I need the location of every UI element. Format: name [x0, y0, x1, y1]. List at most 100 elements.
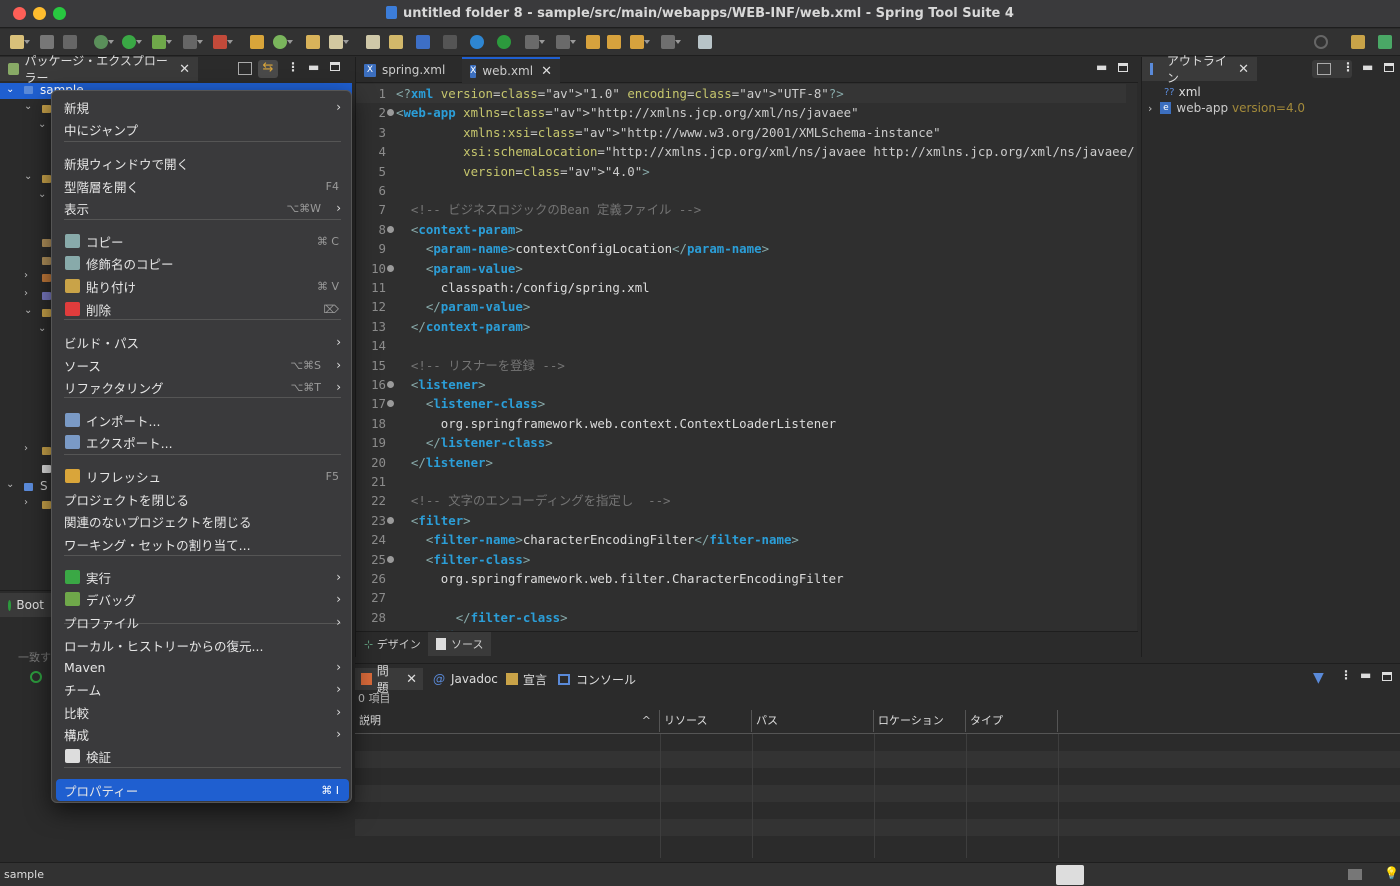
save-icon[interactable]	[40, 35, 54, 49]
back-icon[interactable]	[630, 35, 650, 49]
open-perspective-icon[interactable]	[698, 35, 712, 49]
code-line[interactable]: 5 version=class="av">"4.0">	[356, 162, 1126, 181]
chevron-right-icon[interactable]: ›	[24, 270, 28, 281]
code-line[interactable]: 13 </context-param>	[356, 317, 1126, 336]
menu-item[interactable]: ワーキング・セットの割り当て...	[56, 533, 349, 555]
task-icon[interactable]	[389, 35, 403, 49]
menu-item[interactable]: チーム ›	[56, 678, 349, 700]
prev-annotation-icon[interactable]	[586, 35, 600, 49]
maximize-icon[interactable]	[1384, 63, 1394, 72]
code-line[interactable]: 25 <filter-class>	[356, 550, 1126, 569]
code-line[interactable]: 1 <?xml version=class="av">"1.0" encoding…	[356, 84, 1126, 103]
menu-item[interactable]: プロパティー ⌘ I	[56, 779, 349, 801]
menu-item[interactable]: ビルド・パス ›	[56, 331, 349, 353]
boot-run-icon[interactable]	[497, 35, 511, 49]
column-header-resource[interactable]: リソース	[660, 710, 752, 732]
forward-icon[interactable]	[661, 35, 681, 49]
refresh-icon[interactable]	[273, 35, 293, 49]
code-editor[interactable]: 1 <?xml version=class="av">"1.0" encoding…	[356, 83, 1138, 631]
menu-item[interactable]: 実行 ›	[56, 566, 349, 588]
menu-item[interactable]: 修飾名のコピー	[56, 252, 349, 274]
menu-item[interactable]: 比較 ›	[56, 701, 349, 723]
chevron-down-icon[interactable]: ⌄	[24, 305, 32, 316]
close-icon[interactable]: ✕	[406, 672, 417, 687]
new-project-icon[interactable]	[250, 35, 264, 49]
menu-item[interactable]: エクスポート...	[56, 431, 349, 453]
maximize-icon[interactable]	[1118, 63, 1128, 72]
tab-boot-dashboard[interactable]: Boot	[0, 593, 52, 617]
fold-icon[interactable]	[387, 381, 394, 388]
menu-item[interactable]: プロファイル ›	[56, 611, 349, 633]
collapse-all-icon[interactable]	[1317, 63, 1331, 75]
pen-icon[interactable]	[329, 35, 349, 49]
menu-item[interactable]: 中にジャンプ	[56, 118, 349, 140]
column-header-path[interactable]: パス	[752, 710, 874, 732]
column-header-location[interactable]: ロケーション	[874, 710, 966, 732]
tab-problems[interactable]: 問題 ✕	[355, 664, 423, 695]
minimize-icon[interactable]: ▬	[308, 60, 319, 74]
tab-package-explorer[interactable]: パッケージ・エクスプローラー ✕	[0, 54, 198, 85]
code-line[interactable]: 23 <filter>	[356, 511, 1126, 530]
menu-item[interactable]: 新規ウィンドウで開く	[56, 152, 349, 174]
chevron-right-icon[interactable]: ›	[24, 288, 28, 299]
run-icon[interactable]	[122, 35, 142, 49]
menu-item[interactable]: 検証	[56, 745, 349, 767]
tab-javadoc[interactable]: @ Javadoc	[433, 668, 498, 690]
menu-item[interactable]: 関連のないプロジェクトを閉じる	[56, 510, 349, 532]
menu-item[interactable]: プロジェクトを閉じる	[56, 488, 349, 510]
menu-item[interactable]: リファクタリング ⌥⌘T ›	[56, 376, 349, 398]
settings-icon[interactable]	[470, 35, 484, 49]
chevron-down-icon[interactable]: ⌄	[38, 189, 46, 200]
menu-item[interactable]: ローカル・ヒストリーからの復元...	[56, 634, 349, 656]
menu-item[interactable]: コピー ⌘ C	[56, 230, 349, 252]
java-perspective-icon[interactable]	[1351, 35, 1365, 49]
menu-item[interactable]: リフレッシュ F5	[56, 465, 349, 487]
code-line[interactable]: 16 <listener>	[356, 375, 1126, 394]
new-icon[interactable]	[10, 35, 30, 49]
code-line[interactable]: 6	[356, 181, 1126, 200]
link-with-editor-icon[interactable]: ⇆	[258, 60, 278, 78]
menu-item[interactable]: 貼り付け ⌘ V	[56, 275, 349, 297]
fold-icon[interactable]	[387, 225, 394, 233]
code-line[interactable]: 21	[356, 472, 1126, 491]
code-line[interactable]: 27	[356, 588, 1126, 607]
menu-item[interactable]: 型階層を開く F4	[56, 175, 349, 197]
fold-icon[interactable]	[387, 555, 394, 563]
close-icon[interactable]: ✕	[179, 62, 190, 77]
code-line[interactable]: 24 <filter-name>characterEncodingFilter<…	[356, 530, 1126, 549]
maximize-icon[interactable]	[1382, 672, 1392, 681]
minimize-icon[interactable]: ▬	[1362, 60, 1373, 74]
code-line[interactable]: 18 org.springframework.web.context.Conte…	[356, 414, 1126, 433]
debug-perspective-icon[interactable]	[1378, 35, 1392, 49]
column-header-type[interactable]: タイプ	[966, 710, 1058, 732]
chevron-down-icon[interactable]: ⌄	[6, 479, 14, 490]
filter-icon[interactable]: ▼	[1313, 670, 1324, 686]
chevron-down-icon[interactable]: ⌄	[38, 119, 46, 130]
open-folder-icon[interactable]	[306, 35, 320, 49]
code-line[interactable]: 3 xmlns:xsi=class="av">"http://www.w3.or…	[356, 123, 1126, 142]
fold-icon[interactable]	[387, 516, 394, 524]
stop-icon[interactable]	[183, 35, 203, 49]
save-all-icon[interactable]	[63, 35, 77, 49]
menu-item[interactable]: 新規 ›	[56, 96, 349, 118]
menu-item[interactable]: 構成 ›	[56, 723, 349, 745]
code-line[interactable]: 14	[356, 336, 1126, 355]
tab-console[interactable]: コンソール	[558, 668, 636, 690]
code-line[interactable]: 9 <param-name>contextConfigLocation</par…	[356, 239, 1126, 258]
chevron-right-icon[interactable]: ›	[1148, 102, 1152, 115]
notification-icon[interactable]	[1348, 869, 1362, 880]
code-line[interactable]: 19 </listener-class>	[356, 433, 1126, 452]
next-annotation-icon[interactable]	[607, 35, 621, 49]
code-line[interactable]: 12 </param-value>	[356, 297, 1126, 316]
view-menu-icon[interactable]: ⋮	[1340, 668, 1352, 682]
search-icon[interactable]	[1314, 35, 1328, 49]
maximize-icon[interactable]	[330, 62, 340, 71]
menu-item[interactable]: Maven ›	[56, 656, 349, 678]
debug-cursor-icon[interactable]	[94, 35, 114, 49]
menu-item[interactable]: 削除 ⌦	[56, 298, 349, 320]
debug-icon[interactable]	[152, 35, 172, 49]
menu-item[interactable]: インポート...	[56, 409, 349, 431]
console-icon[interactable]	[416, 35, 430, 49]
chevron-down-icon[interactable]: ⌄	[6, 84, 14, 95]
menu-item[interactable]: 表示 ⌥⌘W ›	[56, 197, 349, 219]
